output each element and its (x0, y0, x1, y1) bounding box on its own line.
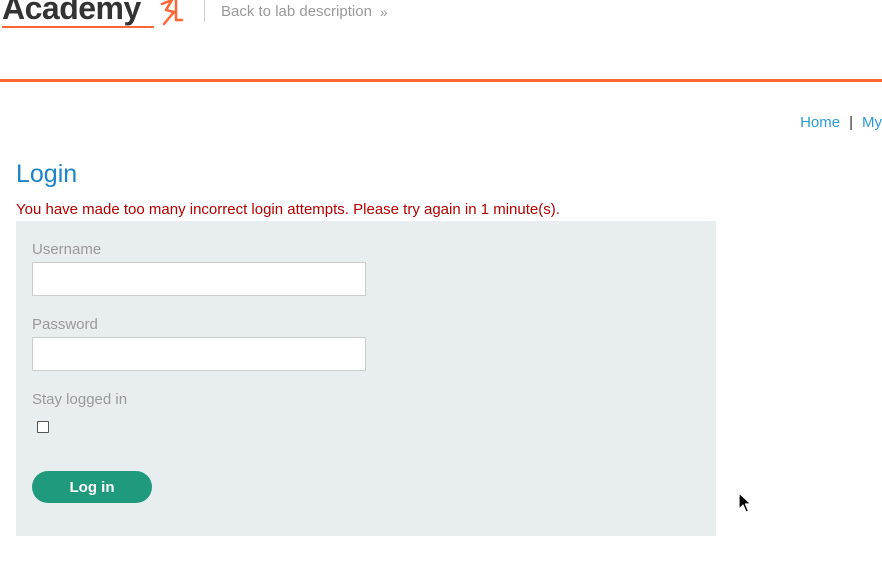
logo-text: Academy (2, 0, 141, 26)
nav-my-account-link[interactable]: My (862, 114, 882, 131)
login-form: Username Password Stay logged in Log in (16, 221, 716, 536)
site-header: Academy Back to lab description » (0, 0, 882, 82)
stay-logged-in-checkbox[interactable] (37, 421, 49, 433)
nav-separator: | (849, 114, 853, 131)
academy-logo-mark-icon (160, 0, 184, 26)
username-input[interactable] (32, 262, 366, 296)
page-title: Login (16, 160, 78, 188)
back-link-label: Back to lab description (221, 3, 372, 20)
academy-logo[interactable]: Academy (2, 0, 184, 30)
nav-home-link[interactable]: Home (800, 114, 840, 131)
password-input[interactable] (32, 337, 366, 371)
top-nav: Home | My (800, 114, 882, 131)
logo-underline (2, 26, 154, 28)
page: Academy Back to lab description » Home | M… (0, 0, 882, 568)
stay-logged-in-label: Stay logged in (32, 391, 128, 408)
header-divider (204, 0, 205, 22)
double-chevron-right-icon: » (379, 3, 388, 20)
mouse-pointer-icon (738, 492, 752, 513)
log-in-button[interactable]: Log in (32, 471, 152, 503)
username-label: Username (32, 241, 102, 258)
login-error-message: You have made too many incorrect login a… (16, 201, 560, 218)
password-label: Password (32, 316, 98, 333)
back-to-lab-description-link[interactable]: Back to lab description » (221, 3, 388, 20)
